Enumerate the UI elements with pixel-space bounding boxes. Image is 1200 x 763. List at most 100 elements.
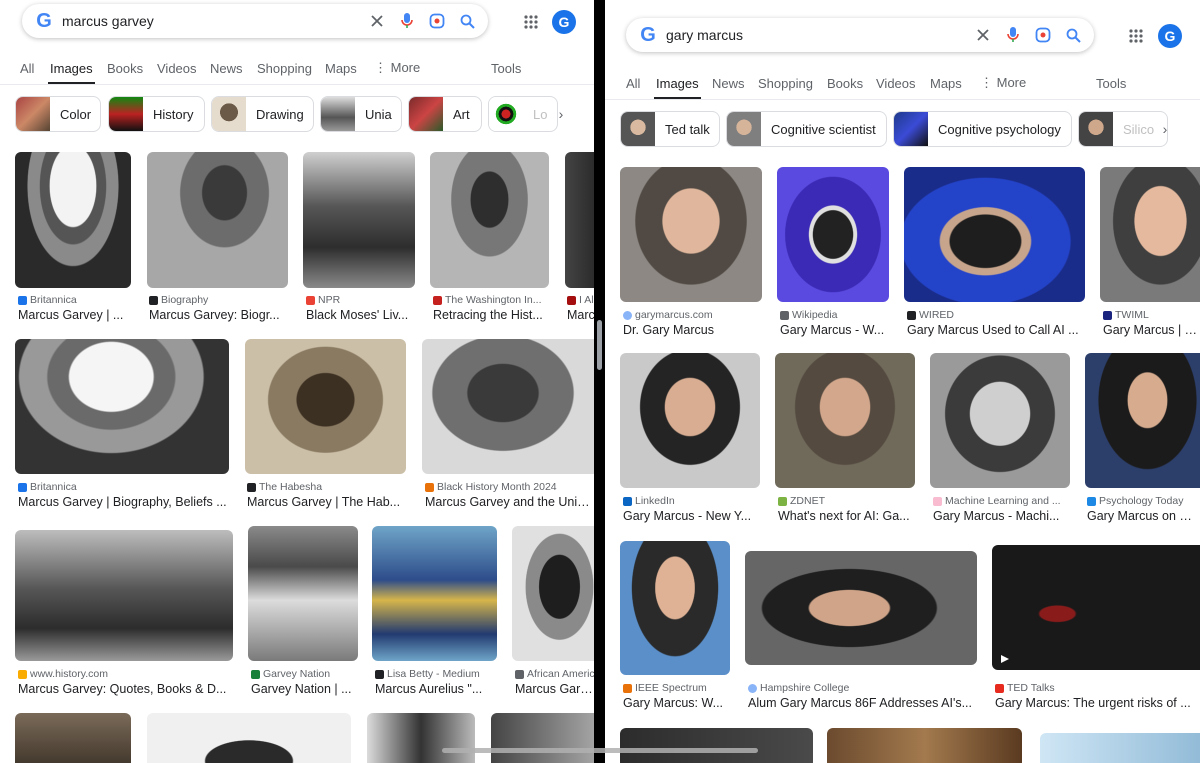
result-title[interactable]: Gary Marcus | TW (1103, 323, 1200, 337)
result-image[interactable] (245, 339, 406, 474)
apps-grid-icon[interactable] (520, 11, 542, 33)
result-image[interactable] (367, 713, 475, 763)
result-image[interactable] (422, 339, 594, 474)
result-title[interactable]: Garvey Nation | ... (251, 682, 357, 696)
tab-all[interactable]: All (626, 76, 640, 91)
result-image[interactable] (777, 167, 889, 302)
result-title[interactable]: Dr. Gary Marcus (623, 323, 763, 337)
result-image[interactable] (15, 152, 131, 288)
chip-unia[interactable]: Unia (320, 96, 402, 132)
result-title[interactable]: Marcus Garvey (515, 682, 594, 696)
tools-button[interactable]: Tools (1096, 76, 1126, 91)
tab-videos[interactable]: Videos (157, 61, 197, 76)
result-image[interactable] (620, 353, 760, 488)
result-image[interactable] (620, 728, 813, 763)
result-title[interactable]: Marcus Aurelius "... (375, 682, 497, 696)
tab-maps[interactable]: Maps (930, 76, 962, 91)
tab-more[interactable]: ⋮ More (374, 60, 420, 76)
result-title[interactable]: Gary Marcus on Why (1087, 509, 1200, 523)
result-title[interactable]: Gary Marcus: W... (623, 696, 729, 710)
result-image[interactable] (248, 526, 358, 661)
search-bar[interactable]: G gary marcus (626, 18, 1094, 52)
result-title[interactable]: What's next for AI: Ga... (778, 509, 914, 523)
chip-lo[interactable]: Lo (488, 96, 558, 132)
chip-art[interactable]: Art (408, 96, 482, 132)
chip-drawing[interactable]: Drawing (211, 96, 314, 132)
chip-history[interactable]: History (108, 96, 205, 132)
split-view-divider[interactable] (594, 0, 605, 763)
result-image[interactable] (491, 713, 594, 763)
chip-ted-talk[interactable]: Ted talk (620, 111, 720, 147)
lens-icon[interactable] (422, 6, 452, 36)
clear-icon[interactable] (362, 6, 392, 36)
clear-icon[interactable] (968, 20, 998, 50)
lens-icon[interactable] (1028, 20, 1058, 50)
tab-shopping[interactable]: Shopping (758, 76, 813, 91)
result-title[interactable]: Gary Marcus - New Y... (623, 509, 759, 523)
result-image[interactable] (303, 152, 415, 288)
divider-handle[interactable] (597, 320, 602, 370)
result-title[interactable]: Black Moses' Liv... (306, 308, 416, 322)
result-image[interactable] (15, 339, 229, 474)
tab-news[interactable]: News (210, 61, 243, 76)
result-image[interactable] (904, 167, 1085, 302)
result-title[interactable]: Marcus Garvey: Biogr... (149, 308, 287, 322)
tab-maps[interactable]: Maps (325, 61, 357, 76)
chip-cognitive-psychology[interactable]: Cognitive psychology (893, 111, 1072, 147)
result-image[interactable] (827, 728, 1022, 763)
result-image[interactable] (512, 526, 594, 661)
result-title[interactable]: Alum Gary Marcus 86F Addresses AI's... (748, 696, 976, 710)
tab-videos[interactable]: Videos (876, 76, 916, 91)
result-title[interactable]: Marc (567, 308, 594, 322)
chip-color[interactable]: Color (15, 96, 101, 132)
result-image[interactable] (15, 713, 131, 763)
result-title[interactable]: Gary Marcus - W... (780, 323, 890, 337)
result-image[interactable] (775, 353, 915, 488)
result-image[interactable] (1085, 353, 1200, 488)
result-title[interactable]: Marcus Garvey and the Univers (425, 495, 594, 509)
tab-images[interactable]: Images (48, 61, 95, 84)
chip-cognitive-scientist[interactable]: Cognitive scientist (726, 111, 887, 147)
tab-images[interactable]: Images (654, 76, 701, 99)
tab-shopping[interactable]: Shopping (257, 61, 312, 76)
result-title[interactable]: Marcus Garvey | Biography, Beliefs ... (18, 495, 228, 509)
tab-all[interactable]: All (20, 61, 34, 76)
result-title[interactable]: Marcus Garvey: Quotes, Books & D... (18, 682, 233, 696)
result-image[interactable] (1100, 167, 1200, 302)
result-image[interactable] (147, 713, 351, 763)
search-bar[interactable]: G marcus garvey (22, 4, 488, 38)
tab-books[interactable]: Books (827, 76, 863, 91)
result-title[interactable]: Marcus Garvey | The Hab... (247, 495, 405, 509)
chevron-right-icon[interactable]: › (549, 102, 573, 126)
result-image[interactable] (15, 530, 233, 661)
result-image[interactable] (372, 526, 497, 661)
home-indicator[interactable] (442, 748, 758, 753)
result-image[interactable] (147, 152, 288, 288)
result-title[interactable]: Gary Marcus - Machi... (933, 509, 1069, 523)
voice-search-icon[interactable] (998, 20, 1028, 50)
result-image[interactable] (992, 545, 1200, 670)
search-icon[interactable] (1058, 20, 1088, 50)
tab-news[interactable]: News (712, 76, 745, 91)
result-image[interactable] (1040, 733, 1200, 763)
voice-search-icon[interactable] (392, 6, 422, 36)
result-image[interactable] (620, 167, 762, 302)
result-title[interactable]: Gary Marcus: The urgent risks of ... (995, 696, 1200, 710)
chevron-right-icon[interactable]: › (1153, 117, 1177, 141)
avatar[interactable]: G (1158, 24, 1182, 48)
search-icon[interactable] (452, 6, 482, 36)
tab-more[interactable]: ⋮ More (980, 75, 1026, 91)
result-title[interactable]: Gary Marcus Used to Call AI ... (907, 323, 1083, 337)
result-image[interactable] (930, 353, 1070, 488)
tools-button[interactable]: Tools (491, 61, 521, 76)
result-title[interactable]: Retracing the Hist... (433, 308, 548, 322)
result-image[interactable] (620, 541, 730, 675)
search-input[interactable]: gary marcus (666, 27, 968, 43)
apps-grid-icon[interactable] (1125, 25, 1147, 47)
result-image[interactable] (745, 551, 977, 665)
result-image[interactable] (565, 152, 594, 288)
tab-books[interactable]: Books (107, 61, 143, 76)
result-image[interactable] (430, 152, 549, 288)
avatar[interactable]: G (552, 10, 576, 34)
result-title[interactable]: Marcus Garvey | ... (18, 308, 132, 322)
